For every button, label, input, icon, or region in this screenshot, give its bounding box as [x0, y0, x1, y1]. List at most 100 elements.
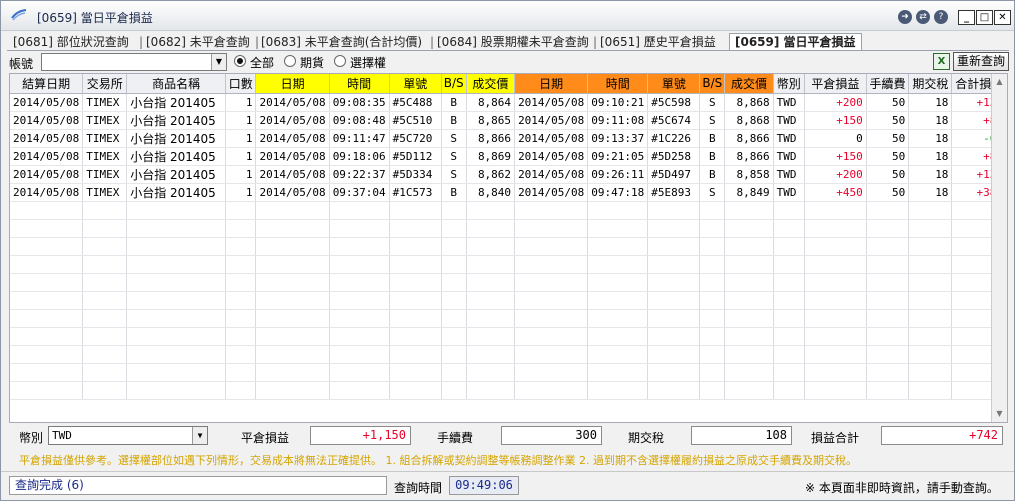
tab-0682[interactable]: [0682] 未平倉查詢	[146, 34, 250, 51]
currency-select[interactable]: TWD ▼	[48, 426, 208, 445]
table-cell: 2014/05/08	[255, 147, 330, 166]
column-header[interactable]: 單號	[389, 74, 442, 94]
table-cell	[225, 273, 257, 292]
column-header[interactable]: 日期	[514, 74, 589, 94]
help-icon[interactable]: ?	[934, 10, 948, 24]
column-header[interactable]: 成交價	[724, 74, 774, 94]
table-row[interactable]	[10, 291, 1007, 310]
table-row[interactable]: 2014/05/08 TIMEX 小台指 201405 1 2014/05/08 09:1…	[10, 147, 1007, 166]
table-cell: 09:08:35	[329, 93, 390, 112]
table-row[interactable]	[10, 345, 1007, 364]
refresh-button[interactable]: 重新查詢	[953, 52, 1009, 71]
table-cell: B	[441, 93, 467, 112]
table-cell	[389, 363, 442, 382]
table-cell: 8,840	[466, 183, 516, 202]
close-button[interactable]: ✕	[994, 10, 1011, 25]
column-header[interactable]: 商品名稱	[126, 74, 226, 94]
disclaimer-text: 平倉損益僅供參考。選擇權部位如遇下列情形，交易成本將無法正確提供。 1. 組合拆…	[19, 454, 857, 467]
radio-all[interactable]	[234, 55, 246, 67]
table-cell: 2014/05/08	[255, 129, 330, 148]
table-row[interactable]	[10, 381, 1007, 400]
table-cell	[82, 345, 128, 364]
table-cell: 2014/05/08	[10, 165, 84, 184]
table-cell	[82, 255, 128, 274]
table-cell	[514, 291, 589, 310]
column-header[interactable]: 日期	[255, 74, 330, 94]
table-cell: #5C488	[389, 93, 442, 112]
excel-export-icon[interactable]: X	[933, 53, 950, 70]
dock-icon[interactable]: ➜	[898, 10, 912, 24]
table-cell	[773, 273, 805, 292]
column-header[interactable]: 時間	[587, 74, 649, 94]
query-time-label: 查詢時間	[394, 481, 443, 495]
table-row[interactable]	[10, 219, 1007, 238]
tab-0684[interactable]: [0684] 股票期權未平倉查詢	[437, 34, 589, 51]
table-cell: #5D497	[647, 165, 701, 184]
column-header[interactable]: B/S	[699, 74, 726, 94]
link-icon[interactable]: ⇄	[916, 10, 930, 24]
table-cell: 8,866	[724, 147, 774, 166]
column-header[interactable]: 口數	[225, 74, 257, 94]
table-cell: 8,866	[724, 129, 774, 148]
table-row[interactable]	[10, 363, 1007, 382]
table-row[interactable]: 2014/05/08 TIMEX 小台指 201405 1 2014/05/08 09:3…	[10, 183, 1007, 202]
column-header[interactable]: 單號	[647, 74, 701, 94]
column-header[interactable]: 時間	[329, 74, 390, 94]
table-cell	[329, 291, 390, 310]
table-cell	[466, 363, 516, 382]
table-row[interactable]: 2014/05/08 TIMEX 小台指 201405 1 2014/05/08 09:0…	[10, 93, 1007, 112]
radio-options[interactable]	[334, 55, 346, 67]
table-cell: 50	[866, 111, 910, 130]
tab-0659[interactable]: [0659] 當日平倉損益	[729, 33, 862, 51]
table-cell	[329, 273, 390, 292]
table-row[interactable]	[10, 237, 1007, 256]
table-cell: 8,869	[466, 147, 516, 166]
account-select[interactable]: ▼	[41, 53, 227, 71]
table-cell: 1	[225, 129, 257, 148]
table-cell	[126, 201, 226, 220]
column-header[interactable]: 手續費	[866, 74, 910, 94]
table-cell	[699, 363, 726, 382]
scroll-down-icon[interactable]: ▼	[992, 406, 1007, 422]
table-cell	[699, 219, 726, 238]
vertical-scrollbar[interactable]: ▲ ▼	[991, 74, 1007, 422]
table-row[interactable]	[10, 201, 1007, 220]
radio-futures[interactable]	[284, 55, 296, 67]
pnl-grid[interactable]: 結算日期 交易所 商品名稱 口數 日期 時間 單號 B/S 成交價 日期 時間 單號 B/S 成交價 幣別平…	[9, 73, 1008, 423]
table-row[interactable]	[10, 309, 1007, 328]
scroll-up-icon[interactable]: ▲	[992, 74, 1007, 90]
column-header[interactable]: 交易所	[82, 74, 128, 94]
column-header[interactable]: B/S	[441, 74, 467, 94]
table-row[interactable]	[10, 255, 1007, 274]
table-cell	[10, 363, 84, 382]
tab-0683[interactable]: [0683] 未平倉查詢(合計均價)	[261, 34, 422, 51]
tab-0651[interactable]: [0651] 歷史平倉損益	[600, 34, 716, 51]
table-row[interactable]	[10, 273, 1007, 292]
column-header[interactable]: 幣別	[773, 74, 805, 94]
column-header[interactable]: 成交價	[466, 74, 516, 94]
maximize-button[interactable]: □	[976, 10, 993, 25]
radio-options-label: 選擇權	[350, 56, 387, 70]
column-header[interactable]: 期交稅	[908, 74, 953, 94]
table-row[interactable]: 2014/05/08 TIMEX 小台指 201405 1 2014/05/08 09:2…	[10, 165, 1007, 184]
minimize-button[interactable]: _	[958, 10, 975, 25]
table-row[interactable]: 2014/05/08 TIMEX 小台指 201405 1 2014/05/08 09:1…	[10, 129, 1007, 148]
table-cell: 8,868	[724, 111, 774, 130]
table-cell	[466, 255, 516, 274]
table-cell	[804, 345, 867, 364]
table-cell	[908, 291, 953, 310]
table-cell: 8,849	[724, 183, 774, 202]
chevron-down-icon[interactable]: ▼	[211, 54, 226, 70]
column-header[interactable]: 平倉損益	[804, 74, 867, 94]
table-cell	[389, 291, 442, 310]
table-cell	[126, 327, 226, 346]
table-cell	[699, 309, 726, 328]
table-cell: B	[441, 111, 467, 130]
column-header[interactable]: 結算日期	[10, 74, 84, 94]
chevron-down-icon[interactable]: ▼	[192, 427, 207, 444]
tab-0681[interactable]: [0681] 部位狀況查詢	[13, 34, 129, 51]
table-row[interactable]	[10, 327, 1007, 346]
table-cell: TIMEX	[82, 111, 128, 130]
table-row[interactable]: 2014/05/08 TIMEX 小台指 201405 1 2014/05/08 09:0…	[10, 111, 1007, 130]
table-cell	[225, 327, 257, 346]
